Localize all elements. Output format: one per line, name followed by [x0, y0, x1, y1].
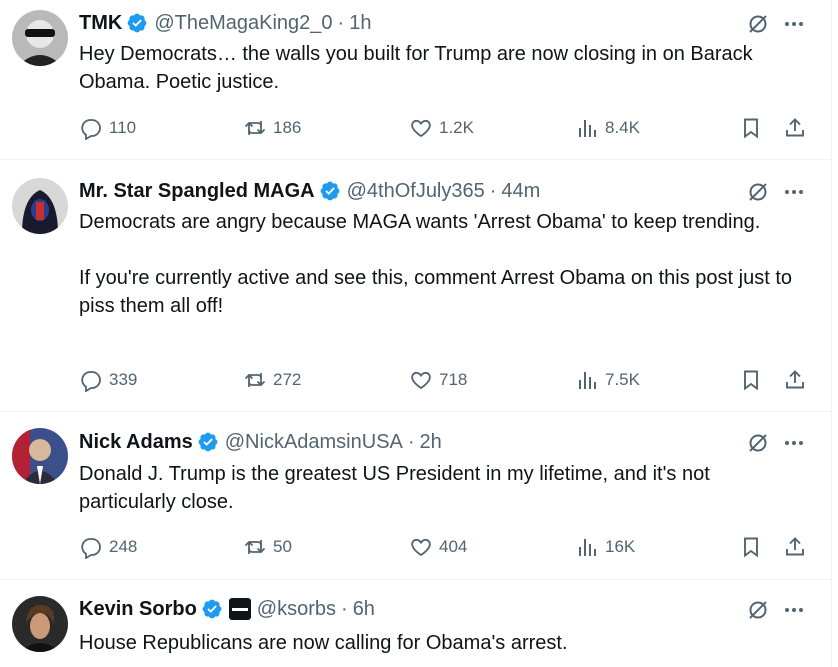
verified-badge-icon: [319, 180, 341, 202]
like-count: 404: [439, 537, 468, 556]
author-handle[interactable]: @ksorbs: [257, 598, 336, 621]
author-handle[interactable]: @NickAdamsinUSA: [225, 431, 403, 454]
repost-icon: [244, 540, 266, 554]
share-button[interactable]: [783, 366, 807, 394]
separator: ·: [341, 597, 348, 620]
separator: ·: [407, 430, 415, 453]
affiliate-badge-icon[interactable]: [228, 598, 251, 620]
repost-icon: [244, 121, 266, 135]
separator: ·: [337, 11, 345, 34]
author-name[interactable]: TMK: [79, 12, 122, 35]
tweet-paragraph: Hey Democrats… the walls you built for T…: [79, 43, 753, 93]
reply-button[interactable]: 248: [79, 533, 137, 561]
share-icon: [786, 537, 804, 556]
verified-badge-icon: [201, 598, 223, 620]
like-button[interactable]: 1.2K: [409, 114, 474, 142]
bookmark-button[interactable]: [739, 366, 763, 394]
like-count: 1.2K: [439, 118, 474, 137]
like-button[interactable]: 404: [409, 533, 467, 561]
avatar[interactable]: [12, 10, 68, 66]
views-icon: [579, 539, 596, 556]
tweet-paragraph: If you're currently active and see this,…: [79, 267, 793, 317]
like-icon: [411, 371, 431, 390]
views-icon: [579, 120, 596, 137]
views-button[interactable]: 16K: [575, 533, 635, 561]
tweet-paragraph: Democrats are angry because MAGA wants '…: [79, 211, 761, 233]
repost-count: 272: [273, 370, 302, 389]
tweet-text: Donald J. Trump is the greatest US Presi…: [79, 460, 804, 516]
grok-icon[interactable]: [746, 431, 770, 455]
tweet[interactable]: Mr. Star Spangled MAGA @4thOfJuly365 · 4…: [0, 160, 832, 412]
like-icon: [411, 538, 431, 557]
views-button[interactable]: 8.4K: [575, 114, 640, 142]
more-options-icon[interactable]: [782, 598, 806, 622]
tweet-text: Democrats are angry because MAGA wants '…: [79, 208, 804, 320]
author-name[interactable]: Kevin Sorbo: [79, 598, 197, 621]
reply-button[interactable]: 110: [79, 114, 136, 142]
verified-badge-icon: [197, 431, 219, 453]
tweet-paragraph: House Republicans are now calling for Ob…: [79, 632, 568, 654]
tweet-text: House Republicans are now calling for Ob…: [79, 629, 804, 657]
grok-icon[interactable]: [746, 12, 770, 36]
views-count: 7.5K: [605, 370, 640, 389]
tweet-actions: 248 50 404 16K: [79, 533, 809, 561]
timestamp[interactable]: 2h: [420, 431, 442, 454]
author-name[interactable]: Nick Adams: [79, 431, 193, 454]
tweet-actions: 339 272 718 7.5K: [79, 366, 809, 394]
verified-badge-icon: [126, 12, 148, 34]
timestamp[interactable]: 44m: [501, 180, 540, 203]
tweet-text: Hey Democrats… the walls you built for T…: [79, 40, 804, 96]
author-name[interactable]: Mr. Star Spangled MAGA: [79, 180, 315, 203]
repost-button[interactable]: 50: [243, 533, 292, 561]
repost-button[interactable]: 272: [243, 366, 301, 394]
avatar[interactable]: [12, 178, 68, 234]
reply-count: 248: [109, 537, 138, 556]
reply-count: 110: [109, 118, 137, 137]
tweet[interactable]: Nick Adams @NickAdamsinUSA · 2h Donald J…: [0, 412, 832, 580]
reply-count: 339: [109, 370, 138, 389]
views-count: 8.4K: [605, 118, 640, 137]
timestamp[interactable]: 6h: [353, 598, 375, 621]
grok-icon[interactable]: [746, 598, 770, 622]
reply-icon: [81, 538, 101, 559]
reply-button[interactable]: 339: [79, 366, 137, 394]
share-button[interactable]: [783, 114, 807, 142]
repost-icon: [244, 373, 266, 387]
tweet-paragraph: Donald J. Trump is the greatest US Presi…: [79, 463, 710, 513]
avatar[interactable]: [12, 596, 68, 652]
bookmark-icon: [744, 370, 758, 391]
grok-icon[interactable]: [746, 180, 770, 204]
repost-count: 186: [273, 118, 302, 137]
more-options-icon[interactable]: [782, 12, 806, 36]
avatar[interactable]: [12, 428, 68, 484]
views-count: 16K: [605, 537, 636, 556]
more-options-icon[interactable]: [782, 431, 806, 455]
share-button[interactable]: [783, 533, 807, 561]
author-handle[interactable]: @TheMagaKing2_0: [154, 12, 332, 35]
tweet[interactable]: Kevin Sorbo @ksorbs · 6h House Republica…: [0, 580, 832, 667]
like-icon: [411, 119, 431, 138]
share-icon: [786, 370, 804, 389]
like-button[interactable]: 718: [409, 366, 467, 394]
bookmark-button[interactable]: [739, 533, 763, 561]
timestamp[interactable]: 1h: [349, 12, 371, 35]
bookmark-button[interactable]: [739, 114, 763, 142]
like-count: 718: [439, 370, 468, 389]
views-icon: [579, 372, 596, 389]
tweet-actions: 110 186 1.2K 8.4K: [79, 114, 809, 142]
share-icon: [786, 118, 804, 137]
separator: ·: [489, 179, 497, 202]
bookmark-icon: [744, 537, 758, 558]
bookmark-icon: [744, 118, 758, 139]
tweet[interactable]: TMK @TheMagaKing2_0 · 1h Hey Democrats… …: [0, 0, 832, 160]
reply-icon: [81, 371, 101, 392]
reply-icon: [81, 119, 101, 140]
more-options-icon[interactable]: [782, 180, 806, 204]
repost-count: 50: [273, 537, 292, 556]
repost-button[interactable]: 186: [243, 114, 301, 142]
timeline: TMK @TheMagaKing2_0 · 1h Hey Democrats… …: [0, 0, 832, 667]
author-handle[interactable]: @4thOfJuly365: [347, 180, 485, 203]
views-button[interactable]: 7.5K: [575, 366, 640, 394]
